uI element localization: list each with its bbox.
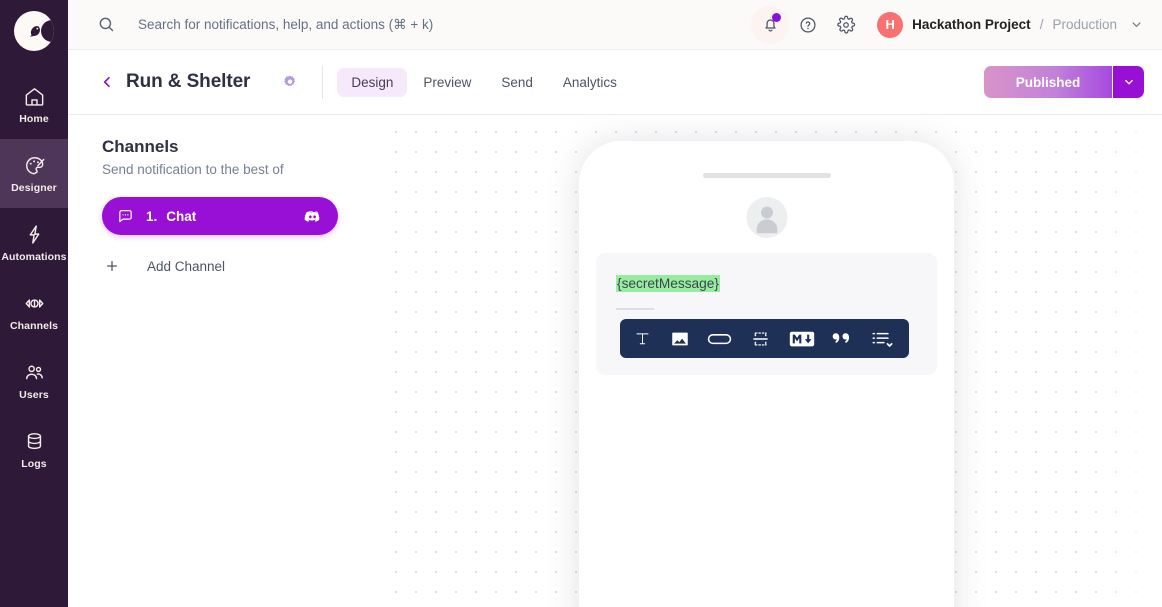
channels-panel: Channels Send notification to the best o… <box>68 115 381 607</box>
gear-icon <box>284 75 296 87</box>
channels-heading: Channels <box>102 137 179 156</box>
sidebar-item-channels[interactable]: Channels <box>0 277 68 346</box>
primary-navigation-rail: Home Designer Automations Channels Users… <box>0 0 68 607</box>
channels-subheading: Send notification to the best of <box>102 162 284 177</box>
quote-block-icon[interactable] <box>832 330 853 348</box>
database-icon <box>22 430 46 454</box>
text-block-icon[interactable] <box>633 329 652 348</box>
app-logo[interactable] <box>0 6 68 56</box>
gear-icon <box>837 15 856 34</box>
sidebar-item-home[interactable]: Home <box>0 70 68 139</box>
view-tabs: Design Preview Send Analytics <box>337 67 631 97</box>
breadcrumb-separator: / <box>1039 17 1044 32</box>
palette-icon <box>22 154 46 178</box>
question-circle-icon <box>800 16 816 33</box>
sidebar-item-label: Channels <box>9 319 59 332</box>
notifications-button[interactable] <box>751 5 790 44</box>
page-title: Run & Shelter <box>126 71 251 92</box>
project-name: Hackathon Project <box>912 17 1031 32</box>
publish-control: Published <box>984 66 1144 98</box>
settings-button[interactable] <box>827 6 865 44</box>
notification-settings-button[interactable] <box>281 73 299 91</box>
sidebar-item-label: Home <box>19 112 49 125</box>
user-avatar-placeholder-icon <box>746 197 787 238</box>
chat-bubble-icon <box>117 208 134 225</box>
markdown-block-icon[interactable] <box>789 330 815 348</box>
canvas-edge-fade <box>1102 115 1162 607</box>
header-divider <box>322 65 324 99</box>
chevron-down-icon <box>1124 79 1133 85</box>
sidebar-item-label: Logs <box>21 457 47 470</box>
courier-bird-logo-icon <box>14 11 54 51</box>
tab-analytics[interactable]: Analytics <box>549 68 631 97</box>
sidebar-item-automations[interactable]: Automations <box>0 208 68 277</box>
channel-name: Chat <box>166 208 197 224</box>
design-canvas[interactable]: {secretMessage} <box>381 115 1162 607</box>
page-header: Run & Shelter Design Preview Send Analyt… <box>68 50 1162 115</box>
add-channel-button[interactable]: Add Channel <box>102 251 381 281</box>
channel-index: 1. <box>146 208 158 224</box>
topbar-actions: H Hackathon Project / Production <box>751 5 1162 44</box>
chevron-left-icon <box>103 76 110 88</box>
sidebar-item-users[interactable]: Users <box>0 346 68 415</box>
notification-unread-dot <box>772 12 782 22</box>
users-icon <box>22 361 46 385</box>
search-input[interactable] <box>138 17 658 32</box>
plus-icon <box>102 258 122 274</box>
image-block-icon[interactable] <box>670 329 690 349</box>
sidebar-item-label: Users <box>19 388 49 401</box>
sidebar-item-label: Automations <box>1 250 67 263</box>
home-icon <box>22 85 46 109</box>
sidebar-item-logs[interactable]: Logs <box>0 415 68 484</box>
sidebar-item-label: Designer <box>11 181 57 194</box>
list-block-icon[interactable] <box>871 329 896 349</box>
block-drag-handle[interactable] <box>616 308 654 310</box>
environment-name: Production <box>1052 17 1117 32</box>
bird-glyph-icon <box>29 26 40 37</box>
publish-button[interactable]: Published <box>984 66 1112 98</box>
tab-design[interactable]: Design <box>337 67 408 97</box>
phone-notch <box>702 173 831 178</box>
account-switcher[interactable]: H Hackathon Project / Production <box>877 11 1144 38</box>
lightning-bolt-icon <box>22 223 46 247</box>
avatar: H <box>877 11 904 38</box>
publish-dropdown-button[interactable] <box>1112 66 1144 98</box>
chevron-down-icon <box>1129 17 1144 32</box>
divider-block-icon[interactable] <box>750 328 771 350</box>
tab-preview[interactable]: Preview <box>409 68 485 97</box>
message-text-block[interactable]: {secretMessage} <box>596 253 937 375</box>
channels-icon <box>22 292 46 316</box>
template-variable-token[interactable]: {secretMessage} <box>616 275 720 292</box>
action-button-block-icon[interactable] <box>707 331 732 347</box>
tab-send[interactable]: Send <box>487 68 547 97</box>
add-channel-label: Add Channel <box>147 258 226 274</box>
global-search-bar: H Hackathon Project / Production <box>68 0 1162 50</box>
sidebar-item-designer[interactable]: Designer <box>0 139 68 208</box>
block-insert-toolbar <box>620 319 909 358</box>
help-button[interactable] <box>789 6 827 44</box>
channel-list-item-chat[interactable]: 1. Chat <box>102 197 338 235</box>
phone-preview-frame: {secretMessage} <box>579 141 954 607</box>
back-button[interactable] <box>99 74 115 90</box>
discord-icon <box>303 207 322 226</box>
search-icon[interactable] <box>97 15 116 34</box>
